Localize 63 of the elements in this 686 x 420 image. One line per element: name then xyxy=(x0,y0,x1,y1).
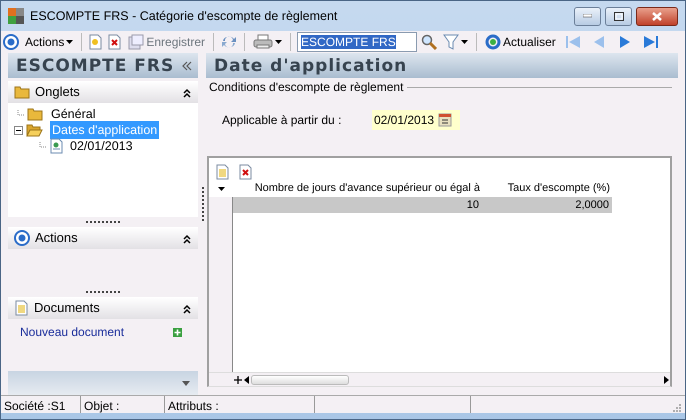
field-label: Applicable à partir du : xyxy=(222,112,342,129)
maximize-button[interactable] xyxy=(605,6,632,26)
app-icon xyxy=(8,8,24,24)
double-chevron-icon xyxy=(182,86,192,98)
folder-icon xyxy=(26,122,44,138)
status-field: Objet : xyxy=(81,396,165,413)
table-cell-text: 2,0000 xyxy=(574,198,610,213)
panel-title: Date d'application xyxy=(214,56,408,76)
table-cell-text: 10 xyxy=(466,198,480,213)
section-header[interactable]: Onglets xyxy=(8,81,198,103)
save-icon xyxy=(128,34,144,50)
tree-item[interactable]: 02/01/2013 xyxy=(70,136,133,156)
double-chevron-icon xyxy=(182,302,192,314)
date-document-icon xyxy=(49,138,64,154)
close-button[interactable] xyxy=(636,6,678,26)
table-row[interactable]: 10 2,0000 xyxy=(233,197,612,213)
scroll-right-icon[interactable] xyxy=(662,374,670,384)
minimize-icon xyxy=(583,14,592,18)
date-field[interactable]: 02/01/2013 xyxy=(372,110,460,130)
add-icon[interactable] xyxy=(173,328,182,336)
caret-icon xyxy=(66,40,74,44)
last-icon[interactable] xyxy=(642,34,659,50)
column-header[interactable]: Taux d'escompte (%) xyxy=(483,180,613,197)
search-field[interactable]: ESCOMPTE FRS xyxy=(297,32,418,52)
minimize-button[interactable] xyxy=(574,6,601,26)
resize-grip-icon[interactable] xyxy=(673,404,681,412)
caret-icon[interactable] xyxy=(218,186,224,190)
delete-row-icon[interactable] xyxy=(238,164,253,180)
folder-icon xyxy=(27,106,45,122)
group-title: Conditions d'escompte de règlement xyxy=(209,79,404,96)
double-chevron-icon xyxy=(182,232,192,244)
filter-icon xyxy=(443,34,460,50)
section-header[interactable]: Documents xyxy=(8,297,198,319)
scrollbar-thumb[interactable] xyxy=(251,374,349,384)
section-header[interactable]: Actions xyxy=(8,227,198,249)
caret-icon xyxy=(461,40,468,44)
tree-item[interactable]: Général xyxy=(51,104,96,124)
new-row-icon[interactable] xyxy=(215,164,230,180)
status-field: Société :S1 xyxy=(1,396,81,413)
filter-button[interactable] xyxy=(441,32,470,52)
new-icon[interactable] xyxy=(88,34,104,50)
document-icon xyxy=(14,300,29,316)
plus-icon[interactable] xyxy=(233,374,243,384)
folder-icon xyxy=(14,84,30,100)
status-field: Attributs : xyxy=(165,396,315,413)
maximize-icon xyxy=(614,12,624,20)
link[interactable]: Nouveau document xyxy=(20,323,124,341)
delete-icon[interactable] xyxy=(107,34,122,50)
search-icon[interactable] xyxy=(421,34,438,50)
target-icon[interactable] xyxy=(3,34,19,50)
column-header[interactable]: Nombre de jours d'avance supérieur ou égal à xyxy=(233,180,483,197)
window-title: ESCOMPTE FRS - Catégorie d'escompte de règlement xyxy=(30,8,338,25)
target-icon xyxy=(14,230,30,246)
actions-menu-button[interactable]: Actions xyxy=(23,32,76,52)
calendar-icon[interactable] xyxy=(438,113,452,127)
refresh-button[interactable]: Actualiser xyxy=(483,32,558,52)
printer-icon xyxy=(253,34,274,50)
sidebar-title: ESCOMPTE FRS xyxy=(16,56,174,76)
close-icon xyxy=(652,12,662,20)
minus-box-icon[interactable] xyxy=(14,126,23,134)
save-button[interactable]: Enregistrer xyxy=(126,32,208,52)
caret-icon xyxy=(275,40,282,44)
collapse-icon[interactable] xyxy=(182,60,192,70)
